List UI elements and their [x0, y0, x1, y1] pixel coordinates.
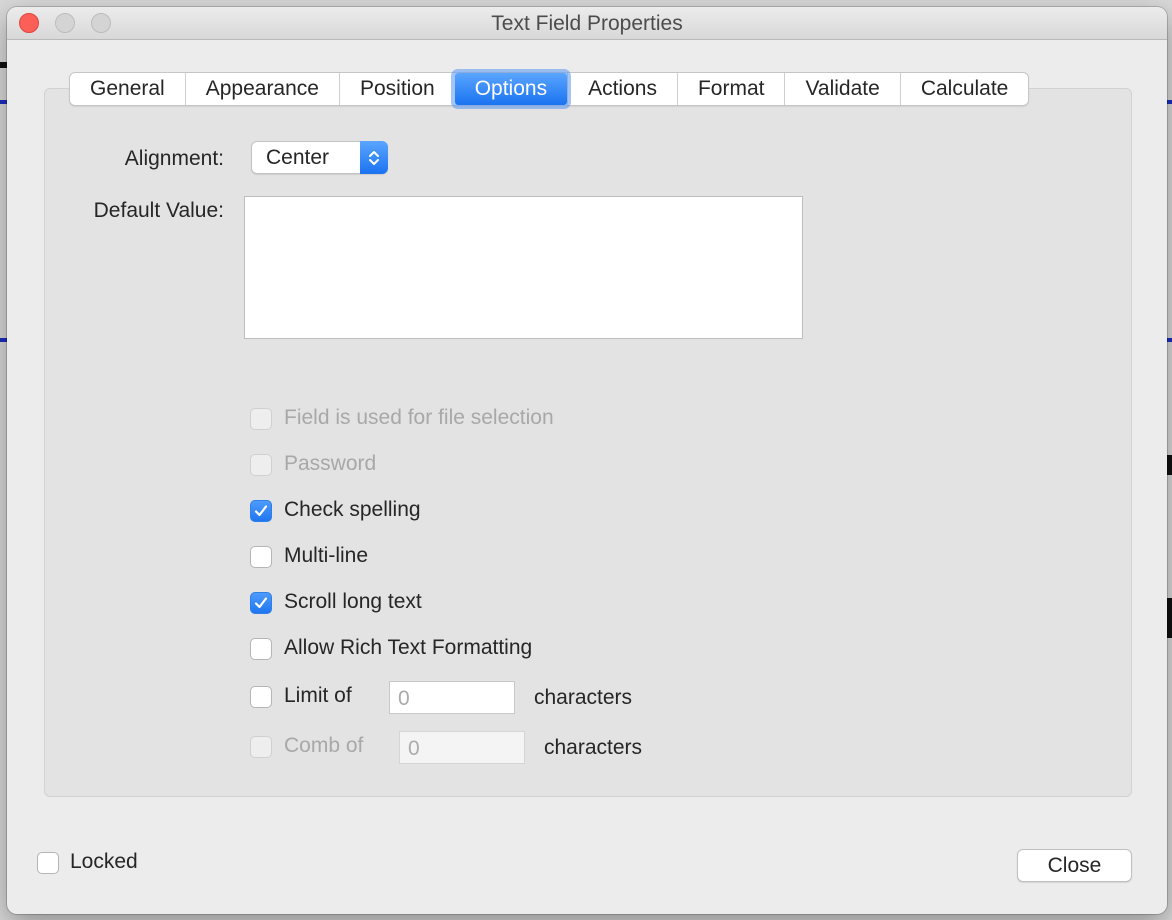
comb-characters-suffix: characters	[544, 736, 643, 759]
text-field-properties-dialog: Text Field Properties General Appearance…	[7, 7, 1167, 914]
comb-of-label: Comb of	[284, 734, 364, 757]
rich-text-checkbox[interactable]	[250, 638, 272, 660]
multi-line-checkbox[interactable]	[250, 546, 272, 568]
alignment-value: Center	[266, 146, 330, 169]
locked-checkbox[interactable]	[37, 852, 59, 874]
tab-calculate[interactable]: Calculate	[899, 73, 1029, 105]
alignment-popup[interactable]: Center	[251, 141, 388, 174]
scroll-long-text-checkbox[interactable]	[250, 592, 272, 614]
limit-characters-input[interactable]	[390, 682, 514, 713]
window-title: Text Field Properties	[491, 12, 683, 35]
default-value-field[interactable]	[244, 196, 803, 339]
tab-position[interactable]: Position	[338, 73, 455, 105]
close-button[interactable]: Close	[1017, 849, 1132, 882]
title-bar[interactable]: Text Field Properties	[7, 7, 1167, 40]
checkmark-icon	[254, 505, 268, 517]
password-label: Password	[284, 452, 377, 475]
default-value-label: Default Value:	[93, 199, 224, 222]
checkmark-icon	[254, 597, 268, 609]
comb-of-checkbox[interactable]	[250, 736, 272, 758]
chevron-up-down-icon	[360, 141, 388, 174]
tab-general[interactable]: General	[70, 73, 185, 105]
tab-validate[interactable]: Validate	[784, 73, 899, 105]
background-document-mark	[0, 62, 7, 68]
alignment-label: Alignment:	[124, 147, 224, 170]
check-spelling-checkbox[interactable]	[250, 500, 272, 522]
tab-bar: General Appearance Position Options Acti…	[69, 72, 1030, 106]
rich-text-label: Allow Rich Text Formatting	[284, 636, 533, 659]
tab-actions[interactable]: Actions	[567, 73, 677, 105]
check-spelling-label: Check spelling	[284, 498, 421, 521]
comb-characters-field[interactable]	[399, 731, 525, 764]
tab-format[interactable]: Format	[676, 73, 785, 105]
tab-options[interactable]: Options	[454, 73, 568, 105]
limit-of-checkbox[interactable]	[250, 686, 272, 708]
tab-appearance[interactable]: Appearance	[184, 73, 339, 105]
limit-characters-field[interactable]	[389, 681, 515, 714]
locked-label: Locked	[70, 850, 138, 873]
multi-line-label: Multi-line	[284, 544, 369, 567]
scroll-long-text-label: Scroll long text	[284, 590, 422, 613]
file-selection-checkbox[interactable]	[250, 408, 272, 430]
password-checkbox[interactable]	[250, 454, 272, 476]
limit-of-label: Limit of	[284, 684, 352, 707]
file-selection-label: Field is used for file selection	[284, 406, 554, 429]
limit-characters-suffix: characters	[534, 686, 633, 709]
comb-characters-input[interactable]	[400, 732, 524, 763]
